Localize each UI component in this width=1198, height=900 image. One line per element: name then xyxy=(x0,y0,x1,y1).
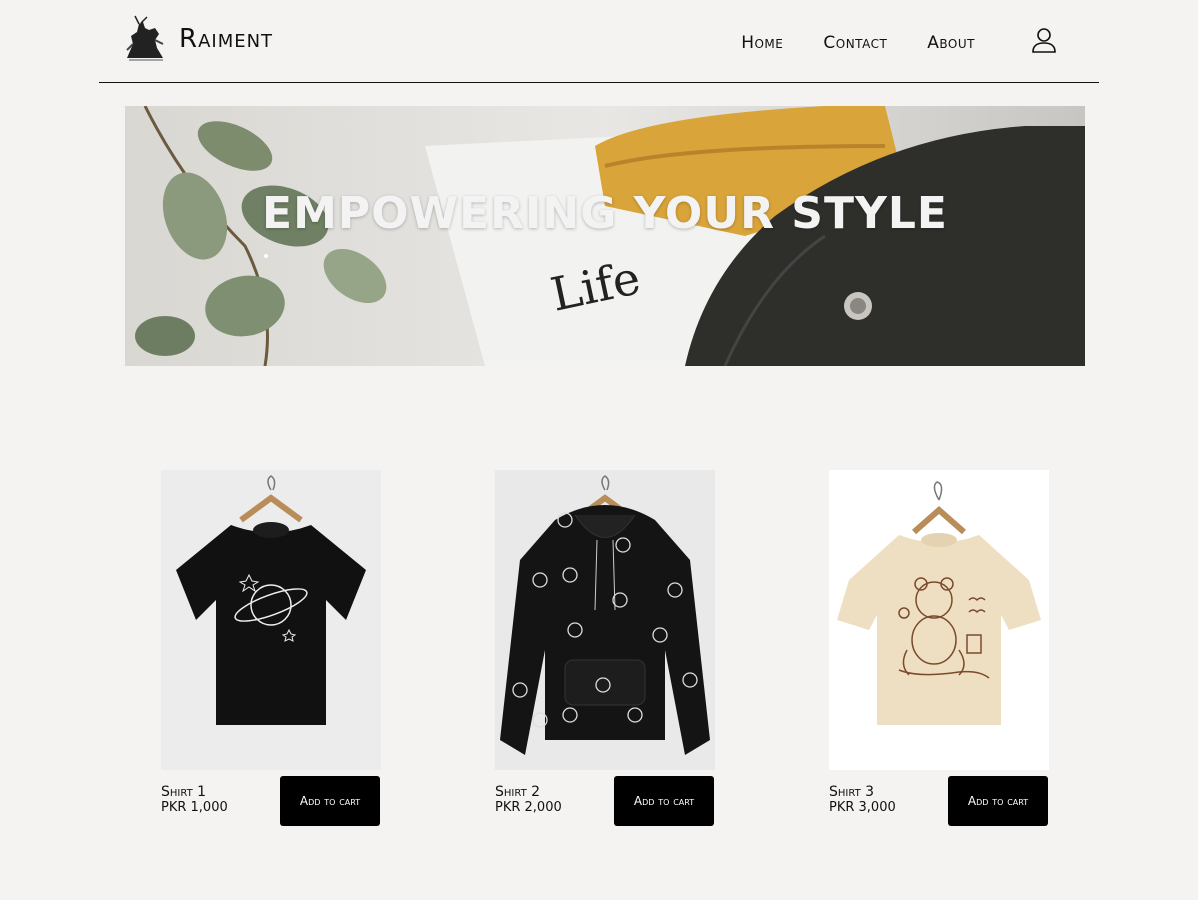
nav-contact[interactable]: Contact xyxy=(823,33,887,53)
product-card: Shirt 1 PKR 1,000 Add to cart xyxy=(161,470,381,826)
product-price: PKR 2,000 xyxy=(495,800,562,815)
add-to-cart-button[interactable]: Add to cart xyxy=(614,776,714,826)
knight-logo-icon xyxy=(119,14,169,64)
nav-about[interactable]: About xyxy=(927,33,975,53)
product-name: Shirt 2 xyxy=(495,784,541,800)
main-nav: Home Contact About xyxy=(701,33,975,53)
product-card: Shirt 3 PKR 3,000 Add to cart xyxy=(829,470,1049,826)
product-info: Shirt 3 PKR 3,000 Add to cart xyxy=(829,776,1049,826)
product-name: Shirt 1 xyxy=(161,784,207,800)
product-info: Shirt 1 PKR 1,000 Add to cart xyxy=(161,776,381,826)
product-price: PKR 3,000 xyxy=(829,800,896,815)
banner-headline: EMPOWERING YOUR STYLE xyxy=(262,188,948,239)
add-to-cart-button[interactable]: Add to cart xyxy=(948,776,1048,826)
product-image[interactable] xyxy=(495,470,715,770)
product-name: Shirt 3 xyxy=(829,784,875,800)
user-icon[interactable] xyxy=(1030,26,1058,54)
logo[interactable]: Raiment xyxy=(119,14,273,64)
hero-banner: Life EMPOWERING YOUR STYLE xyxy=(125,106,1085,366)
nav-home[interactable]: Home xyxy=(741,33,783,53)
add-to-cart-button[interactable]: Add to cart xyxy=(280,776,380,826)
site-header: Raiment Home Contact About xyxy=(99,0,1099,83)
product-price: PKR 1,000 xyxy=(161,800,228,815)
product-image[interactable] xyxy=(161,470,381,770)
brand-name: Raiment xyxy=(179,24,274,54)
product-image[interactable] xyxy=(829,470,1049,770)
product-card: Shirt 2 PKR 2,000 Add to cart xyxy=(495,470,715,826)
product-info: Shirt 2 PKR 2,000 Add to cart xyxy=(495,776,715,826)
